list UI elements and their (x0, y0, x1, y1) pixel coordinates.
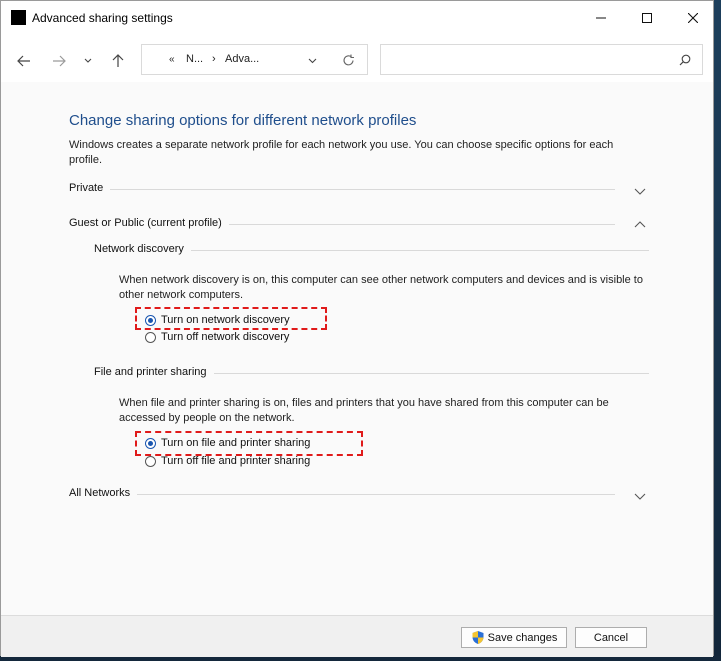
maximize-button[interactable] (624, 4, 670, 32)
network-discovery-desc: When network discovery is on, this compu… (119, 274, 643, 301)
radio-turn-off-file-sharing[interactable]: Turn off file and printer sharing (145, 455, 310, 467)
app-icon (11, 10, 26, 25)
radio-label: Turn on network discovery (161, 314, 290, 326)
forward-button[interactable] (48, 50, 70, 72)
guest-profile-header[interactable]: Guest or Public (current profile) (69, 217, 229, 229)
minimize-button[interactable] (578, 4, 624, 32)
maximize-icon (642, 13, 652, 23)
close-icon (688, 13, 698, 23)
file-sharing-desc: When file and printer sharing is on, fil… (119, 397, 609, 424)
cancel-button[interactable]: Cancel (575, 627, 647, 648)
address-bar[interactable]: « N... › Adva... (141, 44, 368, 75)
chevron-down-icon[interactable] (634, 185, 646, 197)
desktop-edge (714, 0, 721, 661)
cancel-label: Cancel (593, 631, 629, 644)
all-networks-header[interactable]: All Networks (69, 487, 138, 499)
chevron-down-icon[interactable] (634, 490, 646, 502)
radio-turn-on-network-discovery[interactable]: Turn on network discovery (145, 314, 290, 326)
window-title: Advanced sharing settings (32, 11, 173, 25)
overflow-chevron-icon: « (169, 54, 175, 65)
radio-selected-icon[interactable] (145, 314, 156, 326)
radio-label: Turn off file and printer sharing (161, 455, 311, 467)
private-profile-header[interactable]: Private (69, 182, 111, 194)
private-divider (69, 189, 615, 190)
all-networks-divider (69, 494, 615, 495)
save-changes-button[interactable]: Save changes (461, 627, 567, 648)
navigation-bar: « N... › Adva... (1, 41, 713, 81)
radio-turn-off-network-discovery[interactable]: Turn off network discovery (145, 331, 289, 343)
chevron-up-icon[interactable] (634, 219, 646, 231)
refresh-icon (343, 54, 354, 66)
network-discovery-heading: Network discovery (94, 243, 191, 255)
address-dropdown-icon (308, 58, 317, 64)
arrow-up-icon (112, 54, 124, 67)
radio-label: Turn off network discovery (161, 331, 290, 343)
breadcrumb-separator-icon: › (212, 53, 216, 65)
radio-unselected-icon[interactable] (145, 455, 156, 467)
chevron-down-icon (84, 58, 92, 63)
radio-label: Turn on file and printer sharing (161, 437, 311, 449)
arrow-left-icon (17, 55, 30, 67)
radio-unselected-icon[interactable] (145, 331, 156, 343)
save-changes-label: Save changes (487, 631, 558, 644)
settings-content: Change sharing options for different net… (1, 82, 713, 615)
search-box[interactable] (380, 44, 703, 75)
radio-turn-on-file-sharing[interactable]: Turn on file and printer sharing (145, 437, 310, 449)
arrow-right-icon (53, 55, 66, 67)
recent-locations-button[interactable] (79, 50, 97, 72)
footer-bar: Save changes Cancel (1, 615, 713, 657)
radio-selected-icon[interactable] (145, 437, 156, 449)
up-button[interactable] (107, 50, 129, 72)
page-title: Change sharing options for different net… (69, 112, 417, 129)
shield-icon (472, 631, 484, 644)
file-sharing-heading: File and printer sharing (94, 366, 214, 378)
breadcrumb-network[interactable]: N... (186, 53, 203, 65)
breadcrumb-advanced[interactable]: Adva... (225, 53, 259, 65)
search-icon (679, 54, 691, 66)
title-bar: Advanced sharing settings (1, 1, 713, 34)
back-button[interactable] (13, 50, 35, 72)
close-button[interactable] (670, 4, 716, 32)
intro-text: Windows creates a separate network profi… (69, 139, 614, 166)
minimize-icon (596, 17, 606, 19)
advanced-sharing-window: Advanced sharing settings « N... › Adva.… (0, 0, 714, 657)
